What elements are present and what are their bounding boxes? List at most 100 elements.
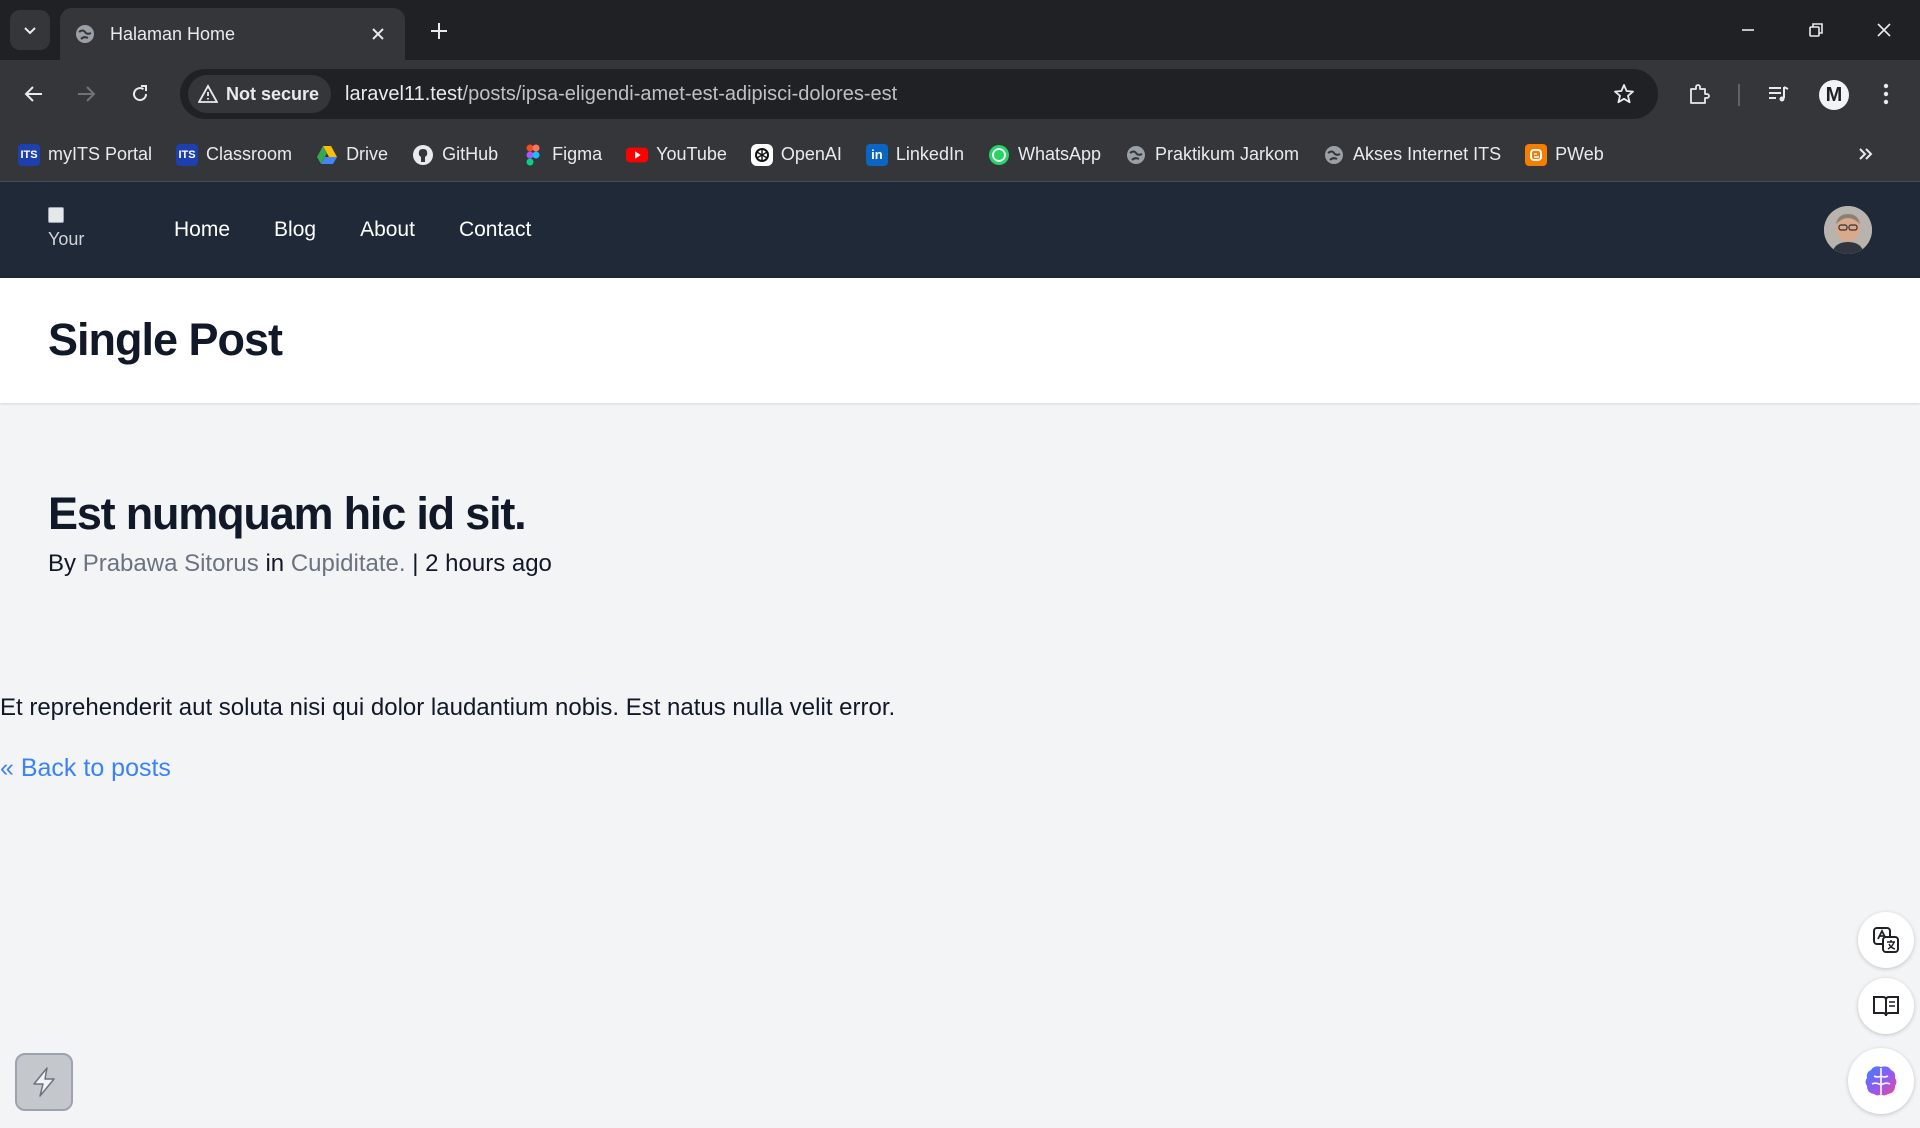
profile-button[interactable]: M <box>1819 80 1849 110</box>
restore-button[interactable] <box>1791 10 1841 50</box>
meta-in: in <box>265 550 285 577</box>
arrow-right-icon <box>78 86 96 102</box>
bookmark-whatsapp[interactable]: WhatsApp <box>980 137 1109 173</box>
tab-title: Halaman Home <box>110 23 236 44</box>
browser-tab[interactable]: Halaman Home <box>60 8 405 60</box>
bookmark-star-button[interactable] <box>1604 74 1644 114</box>
drive-icon <box>316 144 338 166</box>
bookmarks-bar: ITS myITS Portal ITS Classroom Drive Git… <box>0 128 1920 182</box>
bookmark-figma[interactable]: Figma <box>514 137 610 173</box>
url-host: laravel11.test <box>345 82 463 105</box>
brain-icon <box>1865 1066 1897 1096</box>
page-title: Single Post <box>48 314 283 365</box>
url-path: /posts/ipsa-eligendi-amet-est-adipisci-d… <box>462 82 898 105</box>
logo-alt-text: Your Company <box>48 229 96 254</box>
media-control-button[interactable] <box>1758 74 1798 114</box>
bookmark-label: Figma <box>552 144 603 164</box>
broken-image-icon <box>48 207 64 223</box>
corner-app-button[interactable] <box>15 1053 73 1111</box>
bookmark-label: Praktikum Jarkom <box>1155 144 1300 164</box>
globe-icon <box>74 23 96 45</box>
bookmark-linkedin[interactable]: in LinkedIn <box>858 137 972 173</box>
bookmark-label: myITS Portal <box>48 144 153 164</box>
bookmark-myits-portal[interactable]: ITS myITS Portal <box>10 137 160 173</box>
whatsapp-icon <box>988 144 1010 166</box>
bookmark-youtube[interactable]: YouTube <box>618 137 735 173</box>
plus-icon <box>431 23 447 39</box>
nav-link-about[interactable]: About <box>348 208 427 252</box>
browser-toolbar: Not secure laravel11.test/posts/ipsa-eli… <box>0 60 1920 128</box>
bookmark-label: OpenAI <box>780 144 842 164</box>
back-button[interactable] <box>14 74 54 114</box>
bookmark-pweb[interactable]: PWeb <box>1517 137 1612 173</box>
nav-link-blog[interactable]: Blog <box>262 208 328 252</box>
security-label: Not secure <box>226 83 320 104</box>
reload-button[interactable] <box>120 74 160 114</box>
close-icon <box>1877 23 1891 37</box>
tab-strip: Halaman Home <box>0 0 1920 60</box>
category-link[interactable]: Cupiditate. <box>291 550 406 577</box>
author-link[interactable]: Prabawa Sitorus <box>83 550 259 577</box>
nav-link-home[interactable]: Home <box>162 208 242 252</box>
github-icon <box>412 144 434 166</box>
url-text[interactable]: laravel11.test/posts/ipsa-eligendi-amet-… <box>345 83 1604 106</box>
meta-by: By <box>48 550 77 577</box>
more-bookmarks-button[interactable] <box>1846 136 1886 172</box>
minimize-button[interactable] <box>1723 10 1773 50</box>
translate-button[interactable] <box>1858 912 1914 968</box>
bookmark-praktikum-jarkom[interactable]: Praktikum Jarkom <box>1117 137 1307 173</box>
globe-icon <box>1323 144 1345 166</box>
new-tab-button[interactable] <box>422 14 456 48</box>
its-icon: ITS <box>18 143 40 166</box>
reading-mode-button[interactable] <box>1858 978 1914 1034</box>
bookmark-classroom[interactable]: ITS Classroom <box>168 137 300 173</box>
site-nav-links: Home Blog About Contact <box>162 208 543 252</box>
site-logo[interactable]: Your Company <box>48 206 96 254</box>
bolt-icon <box>33 1067 55 1097</box>
tab-search-button[interactable] <box>10 10 50 50</box>
close-tab-icon[interactable] <box>363 19 393 49</box>
extensions-button[interactable] <box>1679 74 1719 114</box>
browser-menu-button[interactable] <box>1866 74 1906 114</box>
arrow-left-icon <box>24 86 42 102</box>
meta-separator: | <box>412 550 419 577</box>
close-window-button[interactable] <box>1859 10 1909 50</box>
bookmark-label: Drive <box>346 144 389 164</box>
chevron-double-right-icon <box>1859 148 1873 160</box>
bookmark-github[interactable]: GitHub <box>404 137 506 173</box>
chevron-down-icon <box>24 27 36 35</box>
bookmark-label: Classroom <box>206 144 293 164</box>
translate-icon <box>1873 927 1899 953</box>
minimize-icon <box>1742 29 1754 31</box>
bookmark-label: YouTube <box>656 144 727 164</box>
site-navbar: Your Company Home Blog About Contact <box>0 182 1920 278</box>
openai-icon <box>750 143 773 166</box>
bookmark-label: WhatsApp <box>1017 144 1102 164</box>
puzzle-icon <box>1690 84 1710 104</box>
reload-icon <box>133 85 148 102</box>
bookmark-label: PWeb <box>1555 144 1604 164</box>
bookmark-akses-internet-its[interactable]: Akses Internet ITS <box>1315 137 1509 173</box>
toolbar-separator <box>1738 84 1740 106</box>
bookmark-openai[interactable]: OpenAI <box>743 137 850 173</box>
post-title: Est numquam hic id sit. <box>48 488 527 539</box>
back-to-posts-link[interactable]: « Back to posts <box>0 754 171 783</box>
ai-assistant-button[interactable] <box>1848 1048 1914 1114</box>
bookmark-drive[interactable]: Drive <box>308 137 396 173</box>
bookmark-label: Akses Internet ITS <box>1353 144 1502 164</box>
youtube-icon <box>626 144 649 166</box>
address-bar[interactable]: Not secure laravel11.test/posts/ipsa-eli… <box>180 69 1658 119</box>
more-vertical-icon <box>1883 83 1889 105</box>
forward-button[interactable] <box>66 74 106 114</box>
security-chip[interactable]: Not secure <box>188 75 332 113</box>
star-icon <box>1614 84 1634 104</box>
restore-icon <box>1809 23 1823 37</box>
globe-icon <box>1125 144 1147 166</box>
page-header: Single Post <box>0 278 1920 403</box>
user-avatar[interactable] <box>1824 206 1872 254</box>
warning-icon <box>198 84 218 103</box>
post-body: Et reprehenderit aut soluta nisi qui dol… <box>0 694 896 721</box>
blogger-icon <box>1525 143 1548 166</box>
its-icon: ITS <box>176 143 199 166</box>
nav-link-contact[interactable]: Contact <box>447 208 543 252</box>
